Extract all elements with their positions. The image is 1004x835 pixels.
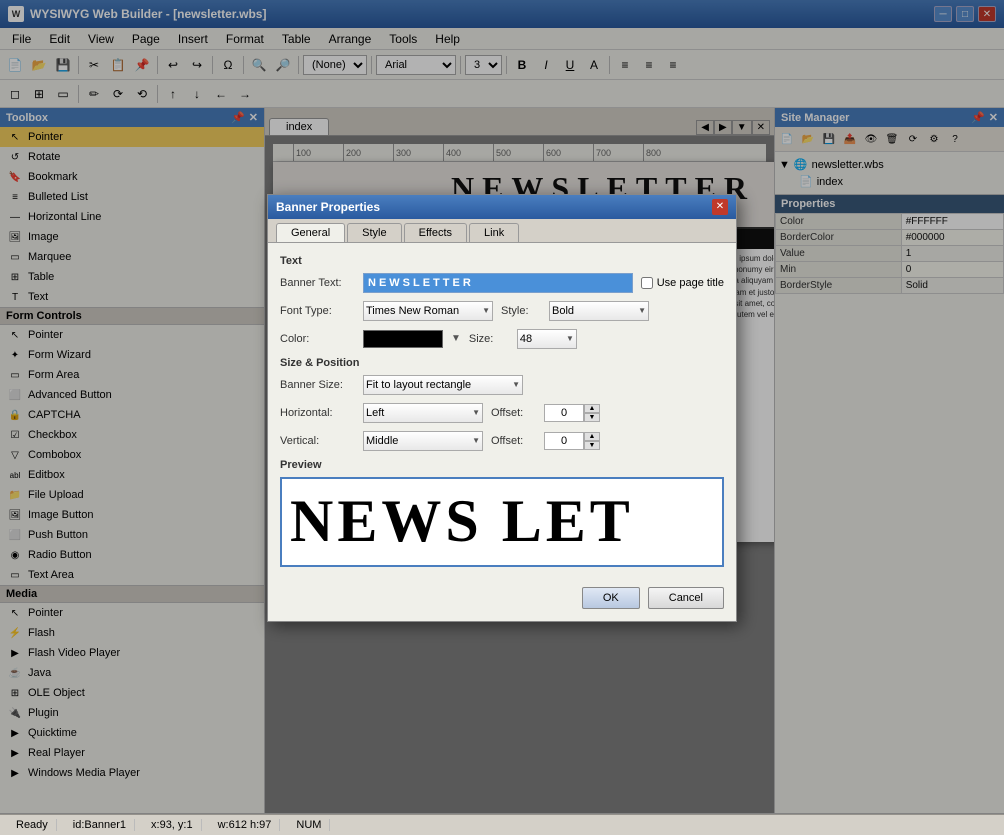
- font-type-select[interactable]: Times New Roman ▼: [363, 301, 493, 321]
- horizontal-arrow: ▼: [472, 408, 480, 417]
- style-select[interactable]: Bold ▼: [549, 301, 649, 321]
- banner-text-input[interactable]: [363, 273, 633, 293]
- font-type-arrow: ▼: [482, 306, 490, 315]
- color-dropdown-arrow[interactable]: ▼: [451, 333, 461, 344]
- h-offset-label: Offset:: [491, 407, 536, 419]
- banner-text-row: Banner Text: Use page title: [280, 273, 724, 293]
- modal-overlay: Banner Properties ✕ General Style Effect…: [0, 0, 1004, 815]
- size-value: 48: [520, 333, 532, 345]
- dialog-title-bar: Banner Properties ✕: [268, 195, 736, 219]
- size-select[interactable]: 48 ▼: [517, 329, 577, 349]
- v-offset-spinner-btns: ▲ ▼: [584, 432, 600, 450]
- color-row: Color: ▼ Size: 48 ▼: [280, 329, 724, 349]
- preview-text: NEWS LET: [290, 487, 634, 556]
- dialog-close-button[interactable]: ✕: [712, 199, 728, 215]
- status-position: x:93, y:1: [143, 819, 202, 831]
- v-offset-input[interactable]: [544, 432, 584, 450]
- style-arrow: ▼: [638, 306, 646, 315]
- vertical-label: Vertical:: [280, 435, 355, 447]
- cancel-button[interactable]: Cancel: [648, 587, 724, 609]
- h-offset-down[interactable]: ▼: [584, 413, 600, 422]
- dialog-tab-link[interactable]: Link: [469, 223, 519, 242]
- vertical-row: Vertical: Middle ▼ Offset: ▲ ▼: [280, 431, 724, 451]
- v-offset-up[interactable]: ▲: [584, 432, 600, 441]
- ok-button[interactable]: OK: [582, 587, 640, 609]
- color-label: Color:: [280, 333, 355, 345]
- font-type-row: Font Type: Times New Roman ▼ Style: Bold…: [280, 301, 724, 321]
- banner-text-label: Banner Text:: [280, 277, 355, 289]
- banner-properties-dialog: Banner Properties ✕ General Style Effect…: [267, 194, 737, 622]
- status-mode: NUM: [288, 819, 330, 831]
- banner-size-select[interactable]: Fit to layout rectangle ▼: [363, 375, 523, 395]
- font-type-value: Times New Roman: [366, 305, 459, 317]
- status-dimensions: w:612 h:97: [210, 819, 281, 831]
- banner-size-value: Fit to layout rectangle: [366, 379, 471, 391]
- dialog-title: Banner Properties: [276, 200, 380, 214]
- size-label: Size:: [469, 333, 509, 345]
- vertical-select[interactable]: Middle ▼: [363, 431, 483, 451]
- h-offset-up[interactable]: ▲: [584, 404, 600, 413]
- v-offset-spinner[interactable]: ▲ ▼: [544, 432, 600, 450]
- preview-title: Preview: [280, 459, 724, 471]
- preview-area: NEWS LET: [280, 477, 724, 567]
- use-page-title-text: Use page title: [657, 277, 724, 289]
- style-value: Bold: [552, 305, 574, 317]
- horizontal-label: Horizontal:: [280, 407, 355, 419]
- status-id: id:Banner1: [65, 819, 135, 831]
- use-page-title-checkbox[interactable]: [641, 277, 653, 289]
- dialog-footer: OK Cancel: [268, 587, 736, 621]
- banner-size-arrow: ▼: [512, 380, 520, 389]
- font-type-label: Font Type:: [280, 305, 355, 317]
- banner-size-row: Banner Size: Fit to layout rectangle ▼: [280, 375, 724, 395]
- use-page-title-label: Use page title: [641, 277, 724, 289]
- size-arrow: ▼: [566, 334, 574, 343]
- dialog-body: Text Banner Text: Use page title Font Ty…: [268, 243, 736, 587]
- horizontal-value: Left: [366, 407, 384, 419]
- horizontal-select[interactable]: Left ▼: [363, 403, 483, 423]
- dialog-tabs: General Style Effects Link: [268, 219, 736, 243]
- dialog-tab-effects[interactable]: Effects: [404, 223, 467, 242]
- status-text: Ready: [8, 819, 57, 831]
- text-section-title: Text: [280, 255, 724, 267]
- status-bar: Ready id:Banner1 x:93, y:1 w:612 h:97 NU…: [0, 813, 1004, 835]
- size-position-title: Size & Position: [280, 357, 724, 369]
- h-offset-spinner[interactable]: ▲ ▼: [544, 404, 600, 422]
- dialog-tab-style[interactable]: Style: [347, 223, 401, 242]
- color-swatch[interactable]: [363, 330, 443, 348]
- dialog-tab-general[interactable]: General: [276, 223, 345, 242]
- style-label: Style:: [501, 305, 541, 317]
- horizontal-row: Horizontal: Left ▼ Offset: ▲ ▼: [280, 403, 724, 423]
- v-offset-label: Offset:: [491, 435, 536, 447]
- vertical-value: Middle: [366, 435, 398, 447]
- h-offset-input[interactable]: [544, 404, 584, 422]
- h-offset-spinner-btns: ▲ ▼: [584, 404, 600, 422]
- v-offset-down[interactable]: ▼: [584, 441, 600, 450]
- vertical-arrow: ▼: [472, 436, 480, 445]
- banner-size-label: Banner Size:: [280, 379, 355, 391]
